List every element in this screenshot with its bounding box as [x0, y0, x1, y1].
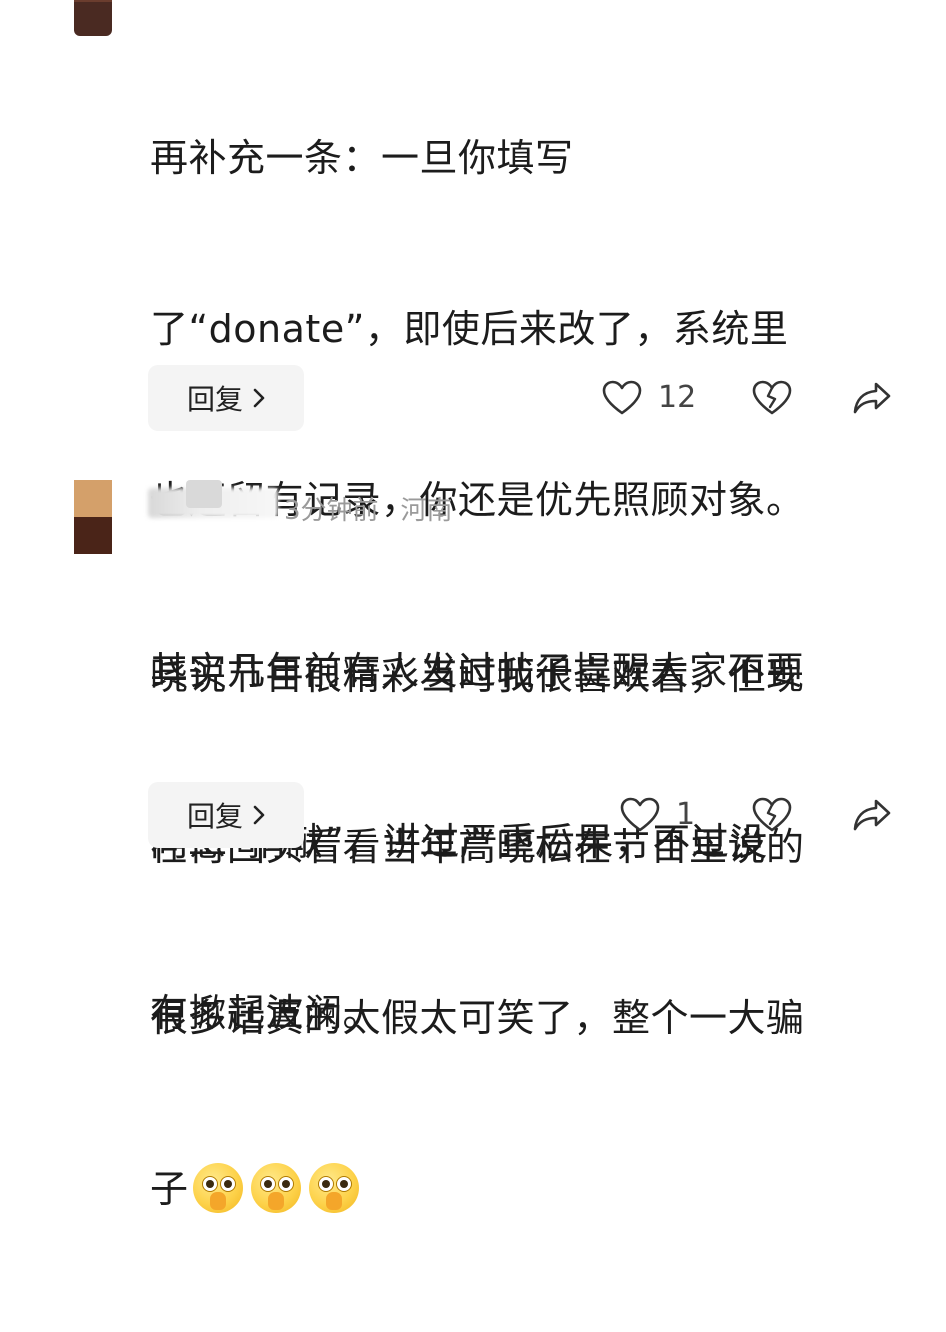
chevron-right-icon — [253, 805, 265, 825]
comment-region: 河南 — [400, 496, 453, 526]
like-count: 1 — [676, 797, 696, 832]
shocked-face-emoji — [250, 1162, 301, 1213]
comment-text-line: 了“donate”，即使后来改了，系统里 — [150, 307, 789, 351]
heart-icon[interactable] — [620, 797, 660, 833]
share-arrow-icon[interactable] — [852, 380, 892, 416]
emoji-row — [189, 1162, 367, 1213]
reply-button-label: 回复 — [186, 383, 243, 416]
comment-item: 3分钟前 河南 晓说节目很精彩当时我很喜欢看，但现 在再回头看看当年高晓松在节目里… — [0, 450, 946, 1213]
comment-text-line: 晓说节目很精彩当时我很喜欢看，但现 — [150, 654, 805, 698]
shocked-face-emoji — [308, 1162, 359, 1213]
reply-button[interactable]: 回复 — [148, 365, 304, 431]
broken-heart-icon[interactable] — [752, 380, 792, 416]
heart-icon[interactable] — [602, 380, 642, 416]
broken-heart-icon[interactable] — [752, 797, 792, 833]
comment-item: 再补充一条：一旦你填写 了“donate”，即使后来改了，系统里 也还留有记录，… — [0, 0, 946, 1035]
reply-button-label: 回复 — [186, 800, 243, 833]
like-count: 12 — [658, 380, 697, 415]
comment-text: 晓说节目很精彩当时我很喜欢看，但现 在再回头看看当年高晓松在节目里说的 很多话真… — [150, 534, 890, 1332]
reply-button[interactable]: 回复 — [148, 782, 304, 848]
comment-time: 3分钟前 — [284, 496, 379, 526]
comment-meta: 3分钟前 河南 — [284, 490, 453, 527]
comment-text-line: 子 — [150, 1161, 890, 1218]
chevron-right-icon — [253, 388, 265, 408]
comment-text-line: 子 — [150, 1167, 189, 1211]
avatar[interactable] — [74, 480, 112, 554]
username-obscured — [186, 480, 222, 508]
shocked-face-emoji — [192, 1162, 243, 1213]
comment-text-line: 很多话真的太假太可笑了，整个一大骗 — [150, 996, 805, 1040]
comment-text-line: 再补充一条：一旦你填写 — [150, 136, 574, 180]
share-arrow-icon[interactable] — [852, 797, 892, 833]
avatar[interactable] — [74, 0, 112, 36]
